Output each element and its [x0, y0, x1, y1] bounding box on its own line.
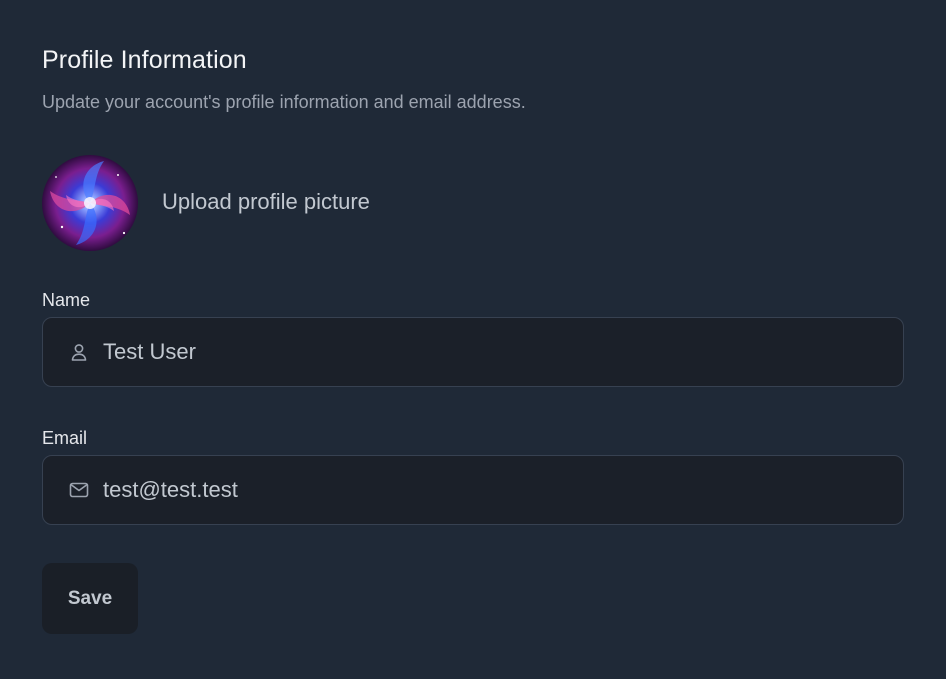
email-input[interactable]: test@test.test: [103, 456, 887, 524]
email-field[interactable]: test@test.test: [42, 455, 904, 525]
upload-profile-picture-link[interactable]: Upload profile picture: [162, 189, 370, 215]
mail-icon: [69, 480, 89, 500]
section-description: Update your account's profile informatio…: [42, 92, 526, 112]
name-label: Name: [42, 290, 91, 310]
profile-avatar[interactable]: [42, 155, 138, 251]
section-title: Profile Information: [42, 46, 247, 74]
galaxy-avatar-image: [42, 155, 138, 251]
name-field[interactable]: Test User: [42, 317, 904, 387]
name-input[interactable]: Test User: [103, 318, 887, 386]
save-button[interactable]: Save: [42, 563, 138, 634]
user-icon: [69, 342, 89, 362]
email-label: Email: [42, 428, 88, 448]
